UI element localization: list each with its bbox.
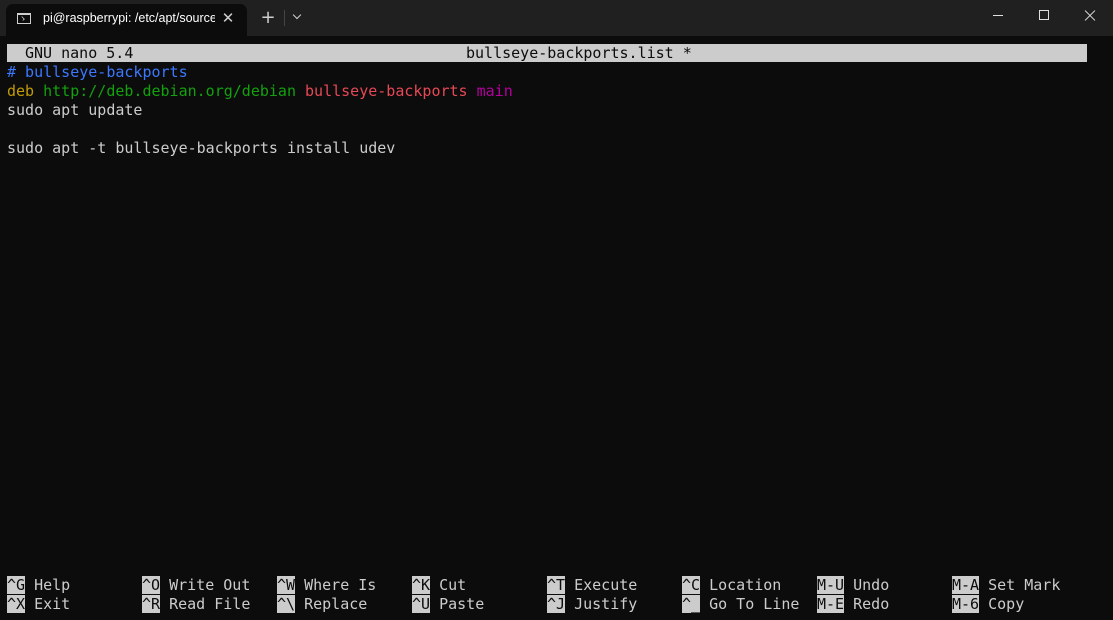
shortcut-label: Set Mark (988, 576, 1061, 594)
shortcut-label: Paste (439, 595, 485, 613)
shortcut-write-out[interactable]: ^O Write Out (142, 576, 250, 595)
shortcut-key: M-A (952, 576, 980, 594)
shortcut-label: Where Is (304, 576, 377, 594)
shortcut-label: Exit (34, 595, 71, 613)
shortcut-location[interactable]: ^C Location (682, 576, 781, 595)
repo-component: main (476, 82, 513, 100)
minimize-button[interactable] (975, 0, 1021, 32)
shortcut-copy[interactable]: M-6 Copy (952, 595, 1024, 614)
shortcut-key: ^T (547, 576, 566, 594)
shortcut-label: Replace (304, 595, 368, 613)
shortcut-key: ^O (142, 576, 161, 594)
shortcut-key: M-6 (952, 595, 980, 613)
shortcut-label: Redo (853, 595, 890, 613)
shortcut-label: Go To Line (709, 595, 800, 613)
repo-type: deb (7, 82, 35, 100)
editor-line-1[interactable]: # bullseye-backports (7, 63, 188, 82)
shortcut-set-mark[interactable]: M-A Set Mark (952, 576, 1060, 595)
shortcut-read-file[interactable]: ^R Read File (142, 595, 250, 614)
editor-line-3[interactable]: sudo apt update (7, 101, 142, 120)
shortcut-redo[interactable]: M-E Redo (817, 595, 889, 614)
shortcut-label: Copy (988, 595, 1025, 613)
shortcut-label: Execute (574, 576, 638, 594)
shortcut-undo[interactable]: M-U Undo (817, 576, 889, 595)
repo-suite: bullseye-backports (305, 82, 468, 100)
shortcut-key: M-E (817, 595, 845, 613)
nano-version: GNU nano 5.4 (25, 44, 134, 62)
shortcut-key: ^U (412, 595, 431, 613)
editor-line-5[interactable]: sudo apt -t bullseye-backports install u… (7, 139, 395, 158)
terminal-area[interactable]: GNU nano 5.4 bullseye-backports.list * #… (0, 36, 1113, 620)
shortcut-key: ^K (412, 576, 431, 594)
shortcut-cut[interactable]: ^K Cut (412, 576, 466, 595)
repo-url: http://deb.debian.org/debian (43, 82, 296, 100)
tab-close-button[interactable]: ✕ (218, 8, 238, 28)
shortcut-where-is[interactable]: ^W Where Is (277, 576, 376, 595)
nano-filename: bullseye-backports.list * (466, 44, 692, 62)
shortcut-key: ^\ (277, 595, 296, 613)
shortcut-go-to-line[interactable]: ^_ Go To Line (682, 595, 799, 614)
shortcut-label: Read File (169, 595, 251, 613)
editor-line-2[interactable]: deb http://deb.debian.org/debian bullsey… (7, 82, 513, 101)
shortcut-execute[interactable]: ^T Execute (547, 576, 637, 595)
shortcut-key: ^G (7, 576, 26, 594)
shortcut-label: Help (34, 576, 71, 594)
terminal-tab[interactable]: pi@raspberrypi: /etc/apt/sources.list.d … (6, 4, 247, 36)
shortcut-label: Cut (439, 576, 467, 594)
terminal-icon (17, 13, 31, 24)
tab-separator (284, 10, 285, 26)
shortcut-label: Undo (853, 576, 890, 594)
shortcut-justify[interactable]: ^J Justify (547, 595, 637, 614)
shortcut-exit[interactable]: ^X Exit (7, 595, 70, 614)
shortcut-paste[interactable]: ^U Paste (412, 595, 484, 614)
shortcut-key: ^C (682, 576, 701, 594)
shortcut-label: Location (709, 576, 782, 594)
shortcut-key: ^R (142, 595, 161, 613)
new-tab-button[interactable]: + (256, 6, 280, 30)
shortcut-key: ^J (547, 595, 566, 613)
tab-title: pi@raspberrypi: /etc/apt/sources.list.d (43, 11, 215, 25)
shortcut-replace[interactable]: ^\ Replace (277, 595, 367, 614)
maximize-button[interactable] (1021, 0, 1067, 32)
shortcut-label: Write Out (169, 576, 251, 594)
chevron-down-icon[interactable] (288, 8, 308, 28)
shortcut-key: ^W (277, 576, 296, 594)
nano-header: GNU nano 5.4 bullseye-backports.list * (7, 44, 1087, 62)
shortcut-key: M-U (817, 576, 845, 594)
shortcut-key: ^X (7, 595, 26, 613)
shortcut-help[interactable]: ^G Help (7, 576, 70, 595)
shortcut-key: ^_ (682, 595, 701, 613)
shortcut-label: Justify (574, 595, 638, 613)
close-window-button[interactable] (1067, 0, 1113, 32)
title-bar: pi@raspberrypi: /etc/apt/sources.list.d … (0, 0, 1113, 36)
